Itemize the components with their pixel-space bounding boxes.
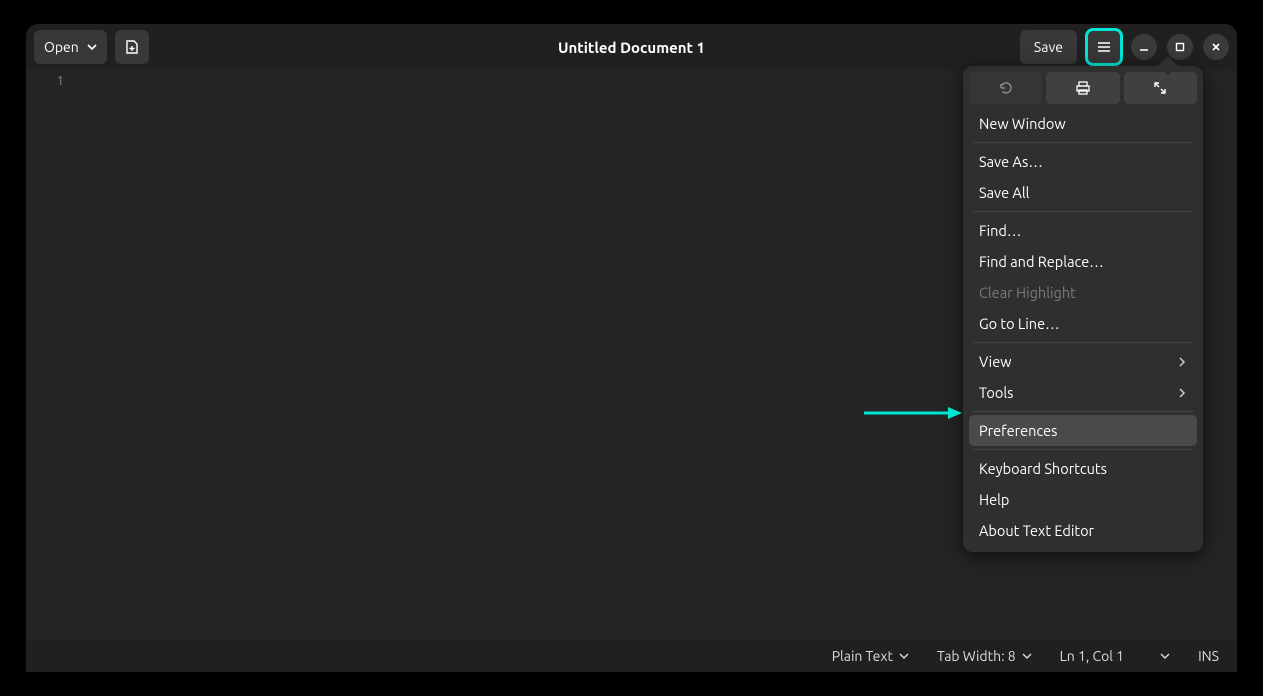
menu-find-replace[interactable]: Find and Replace… xyxy=(969,246,1197,277)
close-icon xyxy=(1210,41,1222,53)
new-tab-button[interactable] xyxy=(115,30,149,64)
menu-tools[interactable]: Tools xyxy=(969,377,1197,408)
menu-help[interactable]: Help xyxy=(969,484,1197,515)
minimize-button[interactable] xyxy=(1131,34,1157,60)
minimize-icon xyxy=(1138,41,1150,53)
fullscreen-icon xyxy=(1152,80,1168,96)
maximize-icon xyxy=(1174,41,1186,53)
cursor-position[interactable]: Ln 1, Col 1 xyxy=(1060,648,1170,664)
insert-mode[interactable]: INS xyxy=(1198,648,1219,664)
tab-width-selector[interactable]: Tab Width: 8 xyxy=(937,648,1032,664)
save-button[interactable]: Save xyxy=(1020,30,1077,64)
menu-preferences[interactable]: Preferences xyxy=(969,415,1197,446)
menu-separator xyxy=(973,411,1193,412)
chevron-right-icon xyxy=(1177,388,1187,398)
menu-keyboard-shortcuts[interactable]: Keyboard Shortcuts xyxy=(969,453,1197,484)
menu-view[interactable]: View xyxy=(969,346,1197,377)
menu-icon-row xyxy=(969,72,1197,104)
line-number: 1 xyxy=(26,74,64,88)
hamburger-icon xyxy=(1096,39,1112,55)
chevron-right-icon xyxy=(1177,357,1187,367)
maximize-button[interactable] xyxy=(1167,34,1193,60)
menu-find[interactable]: Find… xyxy=(969,215,1197,246)
menu-about[interactable]: About Text Editor xyxy=(969,515,1197,546)
menu-goto-line[interactable]: Go to Line… xyxy=(969,308,1197,339)
print-icon xyxy=(1075,80,1091,96)
menu-save-as[interactable]: Save As… xyxy=(969,146,1197,177)
hamburger-menu-button[interactable] xyxy=(1087,30,1121,64)
chevron-down-icon xyxy=(87,42,97,52)
reload-icon xyxy=(998,80,1014,96)
hamburger-menu-popover: New Window Save As… Save All Find… Find … xyxy=(963,66,1203,552)
menu-separator xyxy=(973,142,1193,143)
open-button[interactable]: Open xyxy=(34,30,107,64)
chevron-down-icon xyxy=(899,651,909,661)
language-selector[interactable]: Plain Text xyxy=(832,648,909,664)
menu-save-all[interactable]: Save All xyxy=(969,177,1197,208)
menu-clear-highlight: Clear Highlight xyxy=(969,277,1197,308)
headerbar: Open Untitled Document 1 Save xyxy=(26,24,1237,70)
chevron-down-icon xyxy=(1160,651,1170,661)
line-gutter: 1 xyxy=(26,70,74,640)
print-button[interactable] xyxy=(1046,72,1119,104)
new-document-icon xyxy=(124,39,140,55)
reload-button[interactable] xyxy=(969,72,1042,104)
menu-separator xyxy=(973,449,1193,450)
statusbar: Plain Text Tab Width: 8 Ln 1, Col 1 INS xyxy=(26,640,1237,672)
fullscreen-button[interactable] xyxy=(1124,72,1197,104)
menu-separator xyxy=(973,342,1193,343)
menu-new-window[interactable]: New Window xyxy=(969,108,1197,139)
close-button[interactable] xyxy=(1203,34,1229,60)
open-button-label: Open xyxy=(44,39,79,55)
chevron-down-icon xyxy=(1022,651,1032,661)
menu-separator xyxy=(973,211,1193,212)
